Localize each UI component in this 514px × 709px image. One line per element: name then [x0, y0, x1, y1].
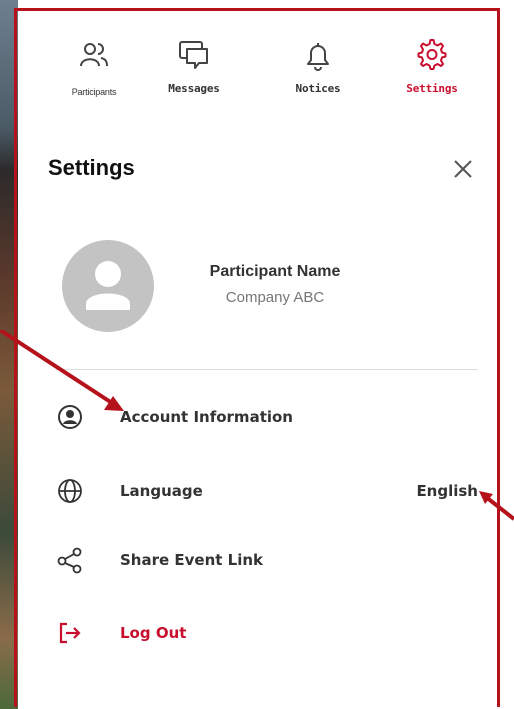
tab-participants[interactable]: Participants [52, 38, 136, 97]
language-label: Language [120, 482, 203, 500]
close-icon [454, 160, 472, 178]
participant-company: Company ABC [225, 289, 325, 306]
menu-item-log-out[interactable]: Log Out [56, 619, 486, 659]
bell-icon [307, 43, 329, 71]
background-strip [0, 0, 18, 709]
top-navigation: Participants Messages Notices Settings [52, 38, 492, 108]
avatar [62, 240, 154, 332]
tab-settings[interactable]: Settings [390, 38, 474, 95]
language-value[interactable]: English [416, 482, 478, 500]
participants-icon [80, 43, 108, 67]
close-button[interactable] [452, 158, 474, 180]
tab-participants-label: Participants [71, 87, 117, 97]
globe-icon [58, 479, 82, 503]
logout-icon [59, 622, 81, 644]
menu-item-language[interactable]: Language English [56, 477, 486, 517]
tab-notices[interactable]: Notices [276, 38, 360, 95]
log-out-label: Log Out [120, 624, 187, 642]
tab-messages[interactable]: Messages [152, 38, 236, 95]
tab-settings-label: Settings [406, 82, 458, 95]
account-information-label: Account Information [120, 408, 293, 426]
gear-icon [417, 39, 447, 70]
menu-item-share-event-link[interactable]: Share Event Link [56, 546, 486, 586]
tab-messages-label: Messages [168, 82, 220, 95]
account-circle-icon [58, 405, 82, 429]
participant-name: Participant Name [209, 263, 341, 280]
share-icon [57, 547, 82, 574]
tab-notices-label: Notices [295, 82, 341, 95]
menu-item-account-information[interactable]: Account Information [56, 403, 486, 443]
user-silhouette-icon [86, 261, 130, 310]
messages-icon [179, 41, 208, 69]
page-title: Settings [48, 155, 135, 180]
divider [56, 369, 478, 370]
share-event-link-label: Share Event Link [120, 551, 264, 569]
